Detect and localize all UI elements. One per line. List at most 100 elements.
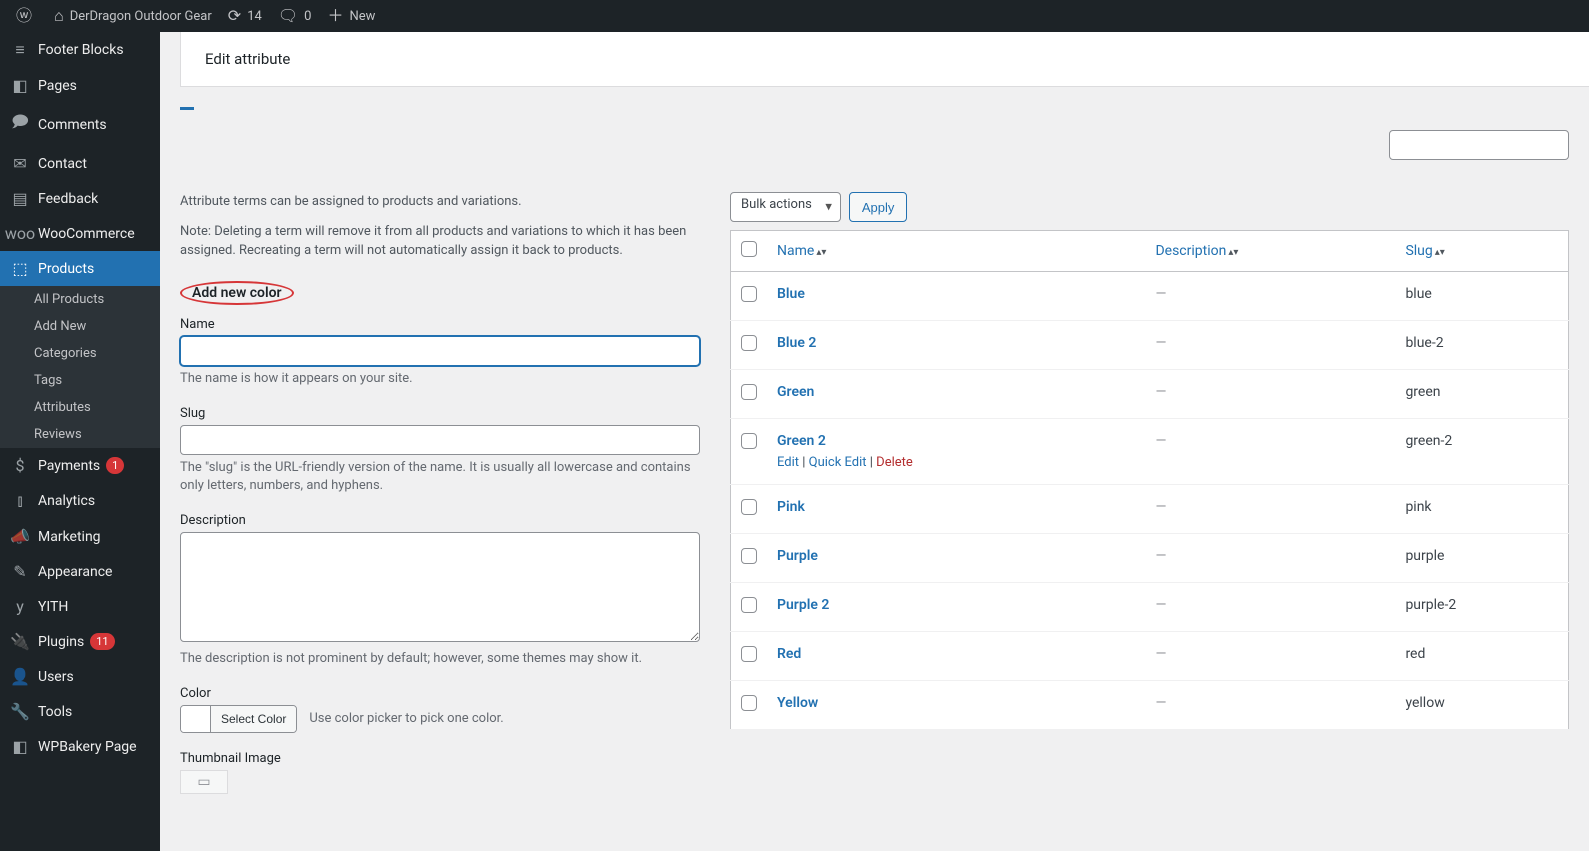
- sidebar-item-wpbakery-page[interactable]: ◧ WPBakery Page: [0, 729, 160, 764]
- table-row: Blue 2—blue-2: [731, 321, 1569, 370]
- sidebar-item-payments[interactable]: $Payments1: [0, 448, 160, 483]
- thumbnail-label: Thumbnail Image: [180, 751, 700, 766]
- sidebar-subitem-attributes[interactable]: Attributes: [0, 394, 160, 421]
- sidebar-item-label: Payments: [38, 458, 100, 474]
- intro-text-2: Note: Deleting a term will remove it fro…: [180, 222, 700, 261]
- sidebar-item-label: Plugins: [38, 634, 84, 650]
- sidebar-subitem-all-products[interactable]: All Products: [0, 286, 160, 313]
- thumbnail-placeholder[interactable]: ▭: [180, 770, 228, 794]
- sidebar-item-appearance[interactable]: ✎Appearance: [0, 554, 160, 589]
- term-name-link[interactable]: Pink: [777, 499, 805, 515]
- row-checkbox[interactable]: [741, 597, 757, 613]
- term-slug: red: [1395, 632, 1568, 681]
- comment-icon: 🗨: [278, 8, 298, 24]
- term-description: —: [1155, 384, 1166, 400]
- term-slug: green: [1395, 370, 1568, 419]
- updates-link[interactable]: ⟳14: [220, 0, 270, 32]
- sidebar-item-plugins[interactable]: 🔌Plugins11: [0, 624, 160, 659]
- name-label: Name: [180, 317, 700, 332]
- sidebar-item-tools[interactable]: 🔧Tools: [0, 694, 160, 729]
- term-name-link[interactable]: Green 2: [777, 433, 826, 449]
- main-content: Edit attribute Attribute terms can be as…: [160, 32, 1589, 851]
- sidebar-item-contact[interactable]: ✉Contact: [0, 146, 160, 181]
- sidebar-item-label: WPBakery Page: [38, 739, 137, 755]
- terms-table-area: Bulk actions Apply Name▴▾ Description▴▾ …: [730, 192, 1569, 812]
- term-name-link[interactable]: Purple 2: [777, 597, 829, 613]
- sidebar-subitem-categories[interactable]: Categories: [0, 340, 160, 367]
- name-help: The name is how it appears on your site.: [180, 370, 700, 388]
- row-checkbox[interactable]: [741, 646, 757, 662]
- admin-topbar: ⓦ ⌂DerDragon Outdoor Gear ⟳14 🗨0 ＋New: [0, 0, 1589, 32]
- sort-icon: ▴▾: [816, 250, 826, 256]
- slug-input[interactable]: [180, 425, 700, 455]
- col-name-header[interactable]: Name▴▾: [777, 243, 826, 259]
- row-checkbox[interactable]: [741, 548, 757, 564]
- sidebar-item-footer-blocks[interactable]: ≡ Footer Blocks: [0, 32, 160, 68]
- row-checkbox[interactable]: [741, 384, 757, 400]
- site-link[interactable]: ⌂DerDragon Outdoor Gear: [46, 0, 220, 32]
- sidebar-item-label: Footer Blocks: [38, 42, 124, 58]
- sidebar-item-feedback[interactable]: ▤ Feedback: [0, 181, 160, 216]
- bulk-actions-select[interactable]: Bulk actions: [730, 192, 841, 222]
- wpbakery-page-icon: ◧: [10, 737, 30, 756]
- page-title: Edit attribute: [180, 32, 1589, 87]
- sidebar-item-analytics[interactable]: ⫾ Analytics: [0, 483, 160, 519]
- term-name-link[interactable]: Purple: [777, 548, 818, 564]
- sidebar-item-products[interactable]: ⬚Products: [0, 251, 160, 286]
- table-row: Blue—blue: [731, 272, 1569, 321]
- site-name: DerDragon Outdoor Gear: [70, 9, 212, 24]
- users-icon: 👤: [10, 667, 30, 686]
- sidebar-item-comments[interactable]: 🗩Comments: [0, 103, 160, 146]
- slug-help: The "slug" is the URL-friendly version o…: [180, 459, 700, 495]
- wordpress-icon: ⓦ: [16, 8, 32, 24]
- color-picker[interactable]: Select Color: [180, 705, 297, 733]
- edit-link[interactable]: Edit: [777, 455, 799, 470]
- term-name-link[interactable]: Blue 2: [777, 335, 816, 351]
- new-link[interactable]: ＋New: [319, 0, 383, 32]
- col-slug-header[interactable]: Slug▴▾: [1405, 243, 1444, 259]
- row-checkbox[interactable]: [741, 433, 757, 449]
- comments-link[interactable]: 🗨0: [270, 0, 320, 32]
- row-checkbox[interactable]: [741, 286, 757, 302]
- term-name-link[interactable]: Yellow: [777, 695, 818, 711]
- select-all-checkbox[interactable]: [741, 241, 757, 257]
- admin-sidebar: ≡ Footer Blocks ◧Pages🗩Comments✉Contact ▤ Fe…: [0, 32, 160, 851]
- analytics-icon: ⫾: [10, 491, 30, 511]
- sidebar-item-label: Contact: [38, 156, 87, 172]
- row-checkbox[interactable]: [741, 695, 757, 711]
- sidebar-item-label: Marketing: [38, 529, 101, 545]
- sidebar-subitem-reviews[interactable]: Reviews: [0, 421, 160, 448]
- description-label: Description: [180, 513, 700, 528]
- sidebar-item-yith[interactable]: yYITH: [0, 589, 160, 624]
- sidebar-item-label: Feedback: [38, 191, 98, 207]
- name-input[interactable]: [180, 336, 700, 366]
- sidebar-item-users[interactable]: 👤Users: [0, 659, 160, 694]
- term-slug: blue: [1395, 272, 1568, 321]
- select-color-button[interactable]: Select Color: [211, 706, 296, 732]
- sort-icon: ▴▾: [1228, 250, 1238, 256]
- badge: 11: [90, 633, 114, 650]
- row-checkbox[interactable]: [741, 335, 757, 351]
- delete-link[interactable]: Delete: [876, 455, 913, 470]
- sidebar-item-pages[interactable]: ◧Pages: [0, 68, 160, 103]
- quick-edit-link[interactable]: Quick Edit: [809, 455, 867, 470]
- sidebar-item-label: WooCommerce: [38, 226, 135, 242]
- term-name-link[interactable]: Green: [777, 384, 814, 400]
- sidebar-subitem-tags[interactable]: Tags: [0, 367, 160, 394]
- search-input[interactable]: [1389, 130, 1569, 160]
- sidebar-item-marketing[interactable]: 📣Marketing: [0, 519, 160, 554]
- payments-icon: $: [10, 456, 30, 475]
- description-input[interactable]: [180, 532, 700, 642]
- term-name-link[interactable]: Red: [777, 646, 801, 662]
- sidebar-subitem-add-new[interactable]: Add New: [0, 313, 160, 340]
- wp-logo[interactable]: ⓦ: [8, 0, 46, 32]
- sidebar-item-woocommerce[interactable]: wooWooCommerce: [0, 216, 160, 251]
- sidebar-item-label: Analytics: [38, 493, 95, 509]
- row-checkbox[interactable]: [741, 499, 757, 515]
- feedback-icon: ▤: [10, 189, 30, 208]
- term-description: —: [1155, 433, 1166, 449]
- footer-blocks-icon: ≡: [10, 40, 30, 60]
- term-name-link[interactable]: Blue: [777, 286, 805, 302]
- apply-button[interactable]: Apply: [849, 192, 908, 222]
- col-desc-header[interactable]: Description▴▾: [1155, 243, 1238, 259]
